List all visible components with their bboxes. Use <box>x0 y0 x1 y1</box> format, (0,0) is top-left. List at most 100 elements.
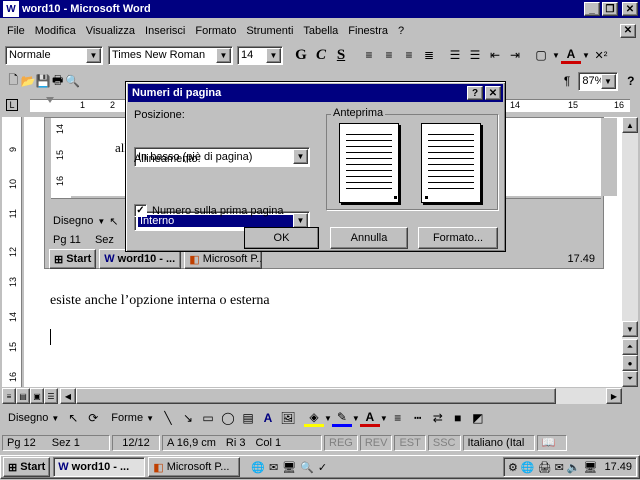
browse-object-icon[interactable]: ● <box>622 355 638 371</box>
menu-formato[interactable]: Formato <box>190 25 241 37</box>
outlook-icon[interactable]: ✉ <box>269 461 278 474</box>
save-icon[interactable]: 💾 <box>35 71 50 91</box>
menu-inserisci[interactable]: Inserisci <box>140 25 190 37</box>
minimize-button[interactable]: _ <box>584 2 600 16</box>
align-left-icon[interactable]: ≡ <box>359 45 379 65</box>
status-rev[interactable]: REV <box>359 434 393 451</box>
fill-color-icon[interactable]: ◈ <box>303 409 324 427</box>
bullet-list-icon[interactable]: ☰ <box>465 45 485 65</box>
tray-icon[interactable]: ✉ <box>555 461 564 474</box>
scroll-right-icon[interactable]: ▶ <box>606 388 622 404</box>
task-word[interactable]: W word10 - ... <box>53 457 146 477</box>
font-color-icon[interactable]: A <box>359 409 380 427</box>
dialog-close-button[interactable]: ✕ <box>485 86 501 100</box>
scroll-left-icon[interactable]: ◀ <box>60 388 76 404</box>
tray-icon[interactable]: 🖨 <box>538 461 552 474</box>
menu-tabella[interactable]: Tabella <box>298 25 343 37</box>
3d-icon[interactable]: ◩ <box>468 408 488 428</box>
toolbar-extra-icon[interactable]: ✕² <box>591 45 611 65</box>
vertical-scrollbar[interactable]: ▲ ▼ ⏶ ● ⏷ <box>622 117 638 387</box>
chevron-down-icon[interactable]: ▼ <box>581 45 591 65</box>
status-lang[interactable]: Italiano (Ital <box>462 434 535 451</box>
menu-visualizza[interactable]: Visualizza <box>81 25 140 37</box>
new-document-icon[interactable]: 🗋 <box>6 71 21 91</box>
desktop-icon[interactable]: 🖥 <box>282 461 296 474</box>
paragraph-marks-icon[interactable]: ¶ <box>560 71 575 91</box>
volume-icon[interactable]: 🔈 <box>567 461 581 474</box>
scroll-up-icon[interactable]: ▲ <box>622 117 638 133</box>
font-combo[interactable]: Times New Roman ▼ <box>108 45 233 65</box>
spellcheck-icon[interactable]: 📖 <box>536 434 567 451</box>
tab-selector[interactable]: L <box>6 99 18 111</box>
dialog-help-button[interactable]: ? <box>467 86 483 100</box>
menu-help[interactable]: ? <box>393 25 409 37</box>
status-ssc[interactable]: SSC <box>427 434 461 451</box>
bold-button[interactable]: G <box>291 45 311 65</box>
menu-strumenti[interactable]: Strumenti <box>241 25 298 37</box>
dash-style-icon[interactable]: ┅ <box>408 408 428 428</box>
chevron-down-icon[interactable]: ▼ <box>600 73 616 89</box>
word-app-icon[interactable]: W <box>3 1 19 17</box>
border-icon[interactable]: ▢ <box>531 45 551 65</box>
start-button[interactable]: ⊞ Start <box>3 457 51 477</box>
ie-icon[interactable]: 🌐 <box>251 461 265 474</box>
italic-button[interactable]: C <box>311 45 331 65</box>
numbered-list-icon[interactable]: ☰ <box>445 45 465 65</box>
print-preview-icon[interactable]: 🔍 <box>65 71 80 91</box>
task-ppt[interactable]: ◧ Microsoft P... <box>148 457 241 477</box>
menu-file[interactable]: File <box>2 25 30 37</box>
textbox-icon[interactable]: ▤ <box>238 408 258 428</box>
first-page-checkbox-label[interactable]: Numero sulla prima pagina <box>152 205 283 217</box>
ok-button[interactable]: OK <box>244 227 319 249</box>
chevron-down-icon[interactable]: ▼ <box>51 414 59 423</box>
normal-view-icon[interactable]: ≡ <box>2 388 16 404</box>
menu-modifica[interactable]: Modifica <box>30 25 81 37</box>
align-center-icon[interactable]: ≡ <box>379 45 399 65</box>
open-folder-icon[interactable]: 📂 <box>21 71 36 91</box>
oval-icon[interactable]: ◯ <box>218 408 238 428</box>
doc-close-button[interactable]: ✕ <box>620 23 636 38</box>
channels-icon[interactable]: ✓ <box>318 461 327 474</box>
next-page-icon[interactable]: ⏷ <box>622 371 638 387</box>
status-reg[interactable]: REG <box>324 434 358 451</box>
chevron-down-icon[interactable]: ▼ <box>293 213 308 228</box>
page-view-icon[interactable]: ▣ <box>30 388 44 404</box>
chevron-down-icon[interactable]: ▼ <box>324 414 332 423</box>
line-style-icon[interactable]: ≡ <box>388 408 408 428</box>
chevron-down-icon[interactable]: ▼ <box>216 47 231 63</box>
tray-icon[interactable]: ⚙ <box>508 461 518 474</box>
align-right-icon[interactable]: ≡ <box>399 45 419 65</box>
chevron-down-icon[interactable]: ▼ <box>380 414 388 423</box>
tray-icon[interactable]: 🖥 <box>584 461 598 474</box>
chevron-down-icon[interactable]: ▼ <box>551 45 561 65</box>
print-icon[interactable]: 🖶 <box>50 71 65 91</box>
prev-page-icon[interactable]: ⏶ <box>622 339 638 355</box>
tray-icon[interactable]: 🌐 <box>521 461 535 474</box>
restore-button[interactable]: ❐ <box>602 2 618 16</box>
menu-finestra[interactable]: Finestra <box>343 25 393 37</box>
wordart-icon[interactable]: A <box>258 408 278 428</box>
help-icon[interactable]: ? <box>624 71 639 91</box>
justify-icon[interactable]: ≣ <box>419 45 439 65</box>
arrow-icon[interactable]: ↘ <box>178 408 198 428</box>
status-est[interactable]: EST <box>394 434 426 451</box>
pointer-icon[interactable]: ↖ <box>63 408 83 428</box>
font-color-icon[interactable]: A <box>561 46 581 64</box>
size-combo[interactable]: 14 ▼ <box>237 45 283 65</box>
increase-indent-icon[interactable]: ⇥ <box>505 45 525 65</box>
shadow-icon[interactable]: ■ <box>448 408 468 428</box>
line-icon[interactable]: ╲ <box>158 408 178 428</box>
close-button[interactable]: ✕ <box>622 2 638 16</box>
chevron-down-icon[interactable]: ▼ <box>293 149 308 164</box>
web-view-icon[interactable]: ▤ <box>16 388 30 404</box>
chevron-down-icon[interactable]: ▼ <box>266 47 281 63</box>
style-combo[interactable]: Normale ▼ <box>5 45 103 65</box>
line-color-icon[interactable]: ✎ <box>331 409 352 427</box>
rectangle-icon[interactable]: ▭ <box>198 408 218 428</box>
chevron-down-icon[interactable]: ▼ <box>86 47 101 63</box>
underline-button[interactable]: S <box>331 45 351 65</box>
zoom-combo[interactable]: 87% ▼ <box>578 71 618 91</box>
draw-menu-label[interactable]: Disegno <box>8 412 48 424</box>
scroll-thumb[interactable] <box>76 388 556 404</box>
clipart-icon[interactable]: 🖼 <box>278 408 298 428</box>
